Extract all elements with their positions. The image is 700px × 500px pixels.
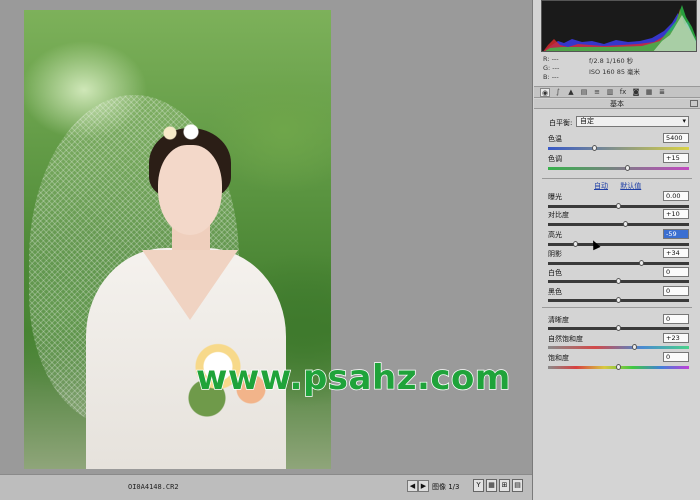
panel-tab-strip: ◉ ∫ ▲ ▤ ≡ ▥ fx ◙ ▦ ≣ xyxy=(534,86,700,98)
delete-icon[interactable]: ▤ xyxy=(512,479,523,492)
exposure-value-field[interactable]: 0.00 xyxy=(663,191,689,201)
tint-value-field[interactable]: +15 xyxy=(663,153,689,163)
tab-tone-curve-icon[interactable]: ∫ xyxy=(553,88,563,97)
auto-link[interactable]: 自动 xyxy=(594,182,608,190)
select-all-icon[interactable]: ▦ xyxy=(486,479,497,492)
blacks-slider-thumb[interactable] xyxy=(615,297,621,303)
bottom-status-bar: OI0A4148.CR2 ◀ ▶ 图像 1/3 Y ▦ ⊞ ▤ xyxy=(0,474,532,500)
saturation-label: 饱和度 xyxy=(548,354,569,362)
tint-slider[interactable] xyxy=(548,167,689,170)
aperture-shutter: f/2.8 1/160 秒 xyxy=(589,57,634,65)
histogram xyxy=(541,0,697,52)
grid-view-icon[interactable]: ⊞ xyxy=(499,479,510,492)
section-title-label: 基本 xyxy=(610,100,624,108)
highlights-slider[interactable] xyxy=(548,243,689,246)
prev-image-icon[interactable]: ◀ xyxy=(407,480,418,492)
blacks-value-field[interactable]: 0 xyxy=(663,286,689,296)
clarity-label: 清晰度 xyxy=(548,316,569,324)
clarity-value-field[interactable]: 0 xyxy=(663,314,689,324)
photo-face xyxy=(158,145,222,235)
tint-label: 色调 xyxy=(548,155,562,163)
tab-lens-icon[interactable]: ▥ xyxy=(605,88,615,97)
section-title: 基本 xyxy=(534,99,700,109)
whites-slider-thumb[interactable] xyxy=(615,278,621,284)
divider xyxy=(542,307,692,308)
white-balance-label: 白平衡: xyxy=(549,119,573,127)
saturation-slider-thumb[interactable] xyxy=(615,364,621,370)
exposure-label: 曝光 xyxy=(548,193,562,201)
image-canvas[interactable]: www.psahz.com xyxy=(0,0,532,474)
tab-presets-icon[interactable]: ▦ xyxy=(644,88,654,97)
highlights-value-field[interactable]: -59 xyxy=(663,229,689,239)
iso-focal: ISO 160 85 毫米 xyxy=(589,68,641,76)
tab-detail-icon[interactable]: ▲ xyxy=(566,88,576,97)
tab-basic-icon[interactable]: ◉ xyxy=(540,88,550,97)
default-link[interactable]: 默认值 xyxy=(620,182,641,190)
contrast-slider[interactable] xyxy=(548,223,689,226)
auto-default-links: 自动 默认值 xyxy=(594,181,651,191)
whites-value-field[interactable]: 0 xyxy=(663,267,689,277)
filename-label: OI0A4148.CR2 xyxy=(128,483,179,491)
tab-snapshots-icon[interactable]: ≣ xyxy=(657,88,667,97)
vibrance-value-field[interactable]: +23 xyxy=(663,333,689,343)
shadows-value-field[interactable]: +34 xyxy=(663,248,689,258)
clarity-slider-thumb[interactable] xyxy=(615,325,621,331)
histogram-graph xyxy=(543,5,696,51)
tab-split-toning-icon[interactable]: ≡ xyxy=(592,88,602,97)
whites-label: 白色 xyxy=(548,269,562,277)
vibrance-label: 自然饱和度 xyxy=(548,335,583,343)
photo-preview[interactable] xyxy=(24,10,331,469)
shadows-slider[interactable] xyxy=(548,262,689,265)
exif-info: R: --- G: --- B: --- f/2.8 1/160 秒 ISO 1… xyxy=(541,54,697,84)
white-balance-select[interactable]: 自定 xyxy=(576,116,689,127)
temperature-value-field[interactable]: 5400 xyxy=(663,133,689,143)
saturation-value-field[interactable]: 0 xyxy=(663,352,689,362)
image-counter: 图像 1/3 xyxy=(432,483,460,491)
tab-camera-calibration-icon[interactable]: ◙ xyxy=(631,88,641,97)
contrast-slider-thumb[interactable] xyxy=(622,221,628,227)
temperature-slider-thumb[interactable] xyxy=(591,145,597,151)
blacks-label: 黑色 xyxy=(548,288,562,296)
contrast-label: 对比度 xyxy=(548,211,569,219)
contrast-value-field[interactable]: +10 xyxy=(663,209,689,219)
divider xyxy=(542,178,692,179)
tab-hsl-icon[interactable]: ▤ xyxy=(579,88,589,97)
temperature-label: 色温 xyxy=(548,135,562,143)
vibrance-slider[interactable] xyxy=(548,346,689,349)
camera-settings: f/2.8 1/160 秒 ISO 160 85 毫米 xyxy=(589,56,640,78)
watermark: www.psahz.com xyxy=(195,357,511,399)
temperature-slider[interactable] xyxy=(548,147,689,150)
panel-menu-icon[interactable] xyxy=(690,100,698,107)
blue-readout: B: --- xyxy=(543,73,559,81)
photo-flower-crown xyxy=(152,122,212,144)
shadows-label: 阴影 xyxy=(548,250,562,258)
exposure-slider-thumb[interactable] xyxy=(615,203,621,209)
tab-effects-icon[interactable]: fx xyxy=(618,88,628,97)
white-balance-value: 自定 xyxy=(580,117,594,125)
highlights-label: 高光 xyxy=(548,231,562,239)
filter-icon[interactable]: Y xyxy=(473,479,484,492)
next-image-icon[interactable]: ▶ xyxy=(418,480,429,492)
